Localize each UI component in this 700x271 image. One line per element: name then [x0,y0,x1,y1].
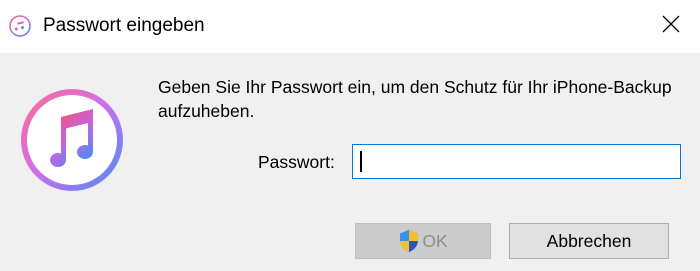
cancel-button[interactable]: Abbrechen [509,223,669,259]
text-caret [360,151,362,172]
close-icon [662,15,680,38]
cancel-button-label: Abbrechen [546,230,632,251]
password-field[interactable] [352,144,681,179]
ok-button-label: OK [422,230,448,251]
uac-shield-icon [398,229,420,253]
dialog-message: Geben Sie Ihr Passwort ein, um den Schut… [158,77,672,121]
ok-button[interactable]: OK [355,223,491,259]
password-label: Passwort: [258,152,335,172]
password-dialog: Passwort eingeben Geben Sie Ihr Passwort… [0,0,700,271]
itunes-music-icon [9,15,31,37]
itunes-music-icon [18,86,126,194]
close-button[interactable] [642,0,700,53]
window-title: Passwort eingeben [43,15,205,36]
title-bar: Passwort eingeben [0,0,700,53]
